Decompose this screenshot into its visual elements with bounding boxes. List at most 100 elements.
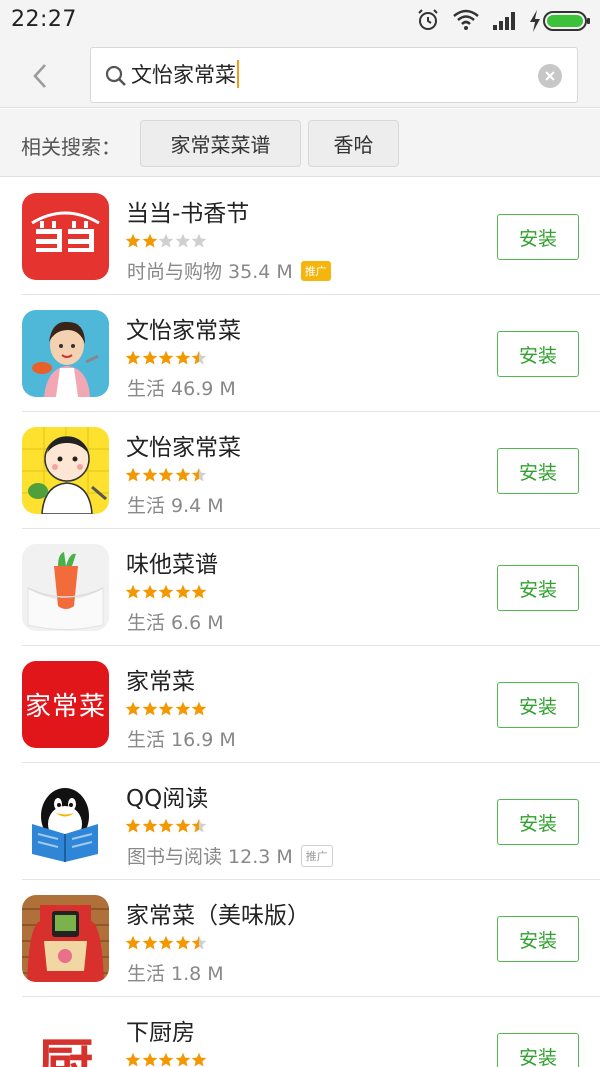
app-meta: 生活 46.9 M — [127, 374, 236, 401]
star-icon — [158, 233, 174, 248]
star-icon — [175, 233, 190, 248]
jiachangcai-app-icon: 家常菜 — [22, 661, 109, 748]
star-icon — [175, 935, 190, 950]
search-icon — [105, 65, 126, 86]
star-icon — [191, 233, 207, 248]
star-icon — [175, 584, 190, 599]
star-icon — [158, 818, 174, 833]
app-icon-text: 家常菜 — [24, 692, 106, 722]
rating-stars — [125, 350, 208, 366]
star-icon — [125, 701, 141, 716]
star-icon — [158, 935, 174, 950]
install-button[interactable]: 安装 — [497, 214, 579, 260]
search-header: 文怡家常菜 — [0, 44, 600, 108]
battery-icon — [543, 11, 590, 31]
app-list-item[interactable]: QQ阅读 图书与阅读 12.3 M 推广 安装 — [0, 763, 600, 880]
app-list-item[interactable]: 当当-书香节 时尚与购物 35.4 M 推广 安装 — [0, 178, 600, 295]
star-icon — [158, 1052, 174, 1067]
app-list-item[interactable]: 文怡家常菜 生活 9.4 M 安装 — [0, 412, 600, 529]
search-box[interactable]: 文怡家常菜 — [90, 47, 578, 103]
app-list-item[interactable]: 家常菜（美味版） 生活 1.8 M 安装 — [0, 880, 600, 997]
clear-search-button[interactable] — [538, 64, 562, 88]
app-list: 当当-书香节 时尚与购物 35.4 M 推广 安装 文怡家常菜 生活 46.9 M — [0, 178, 600, 1067]
install-button[interactable]: 安装 — [497, 565, 579, 611]
app-name: 文怡家常菜 — [126, 435, 241, 461]
star-icon — [142, 233, 157, 248]
app-meta: 时尚与购物 35.4 M 推广 — [127, 257, 331, 284]
rating-stars — [125, 1052, 208, 1067]
apron-app-icon — [22, 895, 109, 982]
app-name: 家常菜（美味版） — [126, 903, 310, 929]
app-meta-text: 生活 1.8 M — [127, 963, 224, 985]
star-icon — [175, 467, 190, 482]
star-icon — [191, 1052, 207, 1067]
app-list-item[interactable]: 厨 下厨房 安装 — [0, 997, 600, 1067]
install-button[interactable]: 安装 — [497, 331, 579, 377]
back-button[interactable] — [20, 56, 60, 96]
close-icon — [545, 71, 555, 81]
install-button[interactable]: 安装 — [497, 682, 579, 728]
wenyi-app-icon — [22, 310, 109, 397]
app-meta-text: 生活 16.9 M — [127, 729, 236, 751]
star-icon — [175, 701, 190, 716]
rating-stars — [125, 584, 208, 600]
back-arrow-icon — [33, 64, 46, 88]
dangdang-app-icon — [22, 193, 109, 280]
related-chip[interactable]: 家常菜菜谱 — [140, 120, 301, 167]
search-input[interactable]: 文怡家常菜 — [131, 48, 521, 102]
app-meta: 生活 9.4 M — [127, 491, 224, 518]
app-list-item[interactable]: 文怡家常菜 生活 46.9 M 安装 — [0, 295, 600, 412]
rating-stars — [125, 935, 208, 951]
install-button[interactable]: 安装 — [497, 799, 579, 845]
app-meta: 生活 1.8 M — [127, 959, 224, 986]
star-icon — [191, 935, 207, 950]
star-icon — [158, 584, 174, 599]
star-icon — [191, 350, 207, 365]
app-meta-text: 生活 46.9 M — [127, 378, 236, 400]
status-bar: 22:27 — [0, 0, 600, 44]
app-list-item[interactable]: 家常菜 家常菜 生活 16.9 M 安装 — [0, 646, 600, 763]
star-icon — [125, 935, 141, 950]
rating-stars — [125, 818, 208, 834]
star-icon — [142, 701, 157, 716]
app-name: 味他菜谱 — [126, 552, 218, 578]
app-meta-text: 生活 6.6 M — [127, 612, 224, 634]
star-icon — [191, 467, 207, 482]
star-icon — [142, 935, 157, 950]
star-icon — [125, 818, 141, 833]
app-name: 文怡家常菜 — [126, 318, 241, 344]
ad-badge: 推广 — [300, 845, 333, 867]
star-icon — [142, 467, 157, 482]
wifi-icon — [453, 9, 479, 30]
star-icon — [142, 818, 157, 833]
signal-icon — [493, 12, 515, 30]
star-icon — [175, 1052, 190, 1067]
app-meta: 生活 6.6 M — [127, 608, 224, 635]
app-name: QQ阅读 — [126, 786, 209, 812]
ad-badge: 推广 — [300, 261, 331, 281]
app-meta: 生活 16.9 M — [127, 725, 236, 752]
xiachufang-app-icon: 厨 — [22, 1012, 109, 1067]
search-value: 文怡家常菜 — [131, 63, 236, 87]
star-icon — [175, 818, 190, 833]
star-icon — [158, 467, 174, 482]
text-caret — [237, 60, 239, 88]
install-button[interactable]: 安装 — [497, 448, 579, 494]
alarm-icon — [418, 9, 438, 30]
star-icon — [142, 1052, 157, 1067]
star-icon — [158, 701, 174, 716]
install-button[interactable]: 安装 — [497, 1033, 579, 1067]
app-list-item[interactable]: 味他菜谱 生活 6.6 M 安装 — [0, 529, 600, 646]
rating-stars — [125, 467, 208, 483]
star-icon — [175, 350, 190, 365]
app-meta-text: 图书与阅读 12.3 M — [127, 846, 293, 868]
star-icon — [158, 350, 174, 365]
rating-stars — [125, 233, 208, 249]
star-icon — [125, 1052, 141, 1067]
wenyi-cartoon-app-icon — [22, 427, 109, 514]
related-chip[interactable]: 香哈 — [308, 120, 399, 167]
carrot-app-icon — [22, 544, 109, 631]
install-button[interactable]: 安装 — [497, 916, 579, 962]
star-icon — [191, 701, 207, 716]
app-meta-text: 生活 9.4 M — [127, 495, 224, 517]
